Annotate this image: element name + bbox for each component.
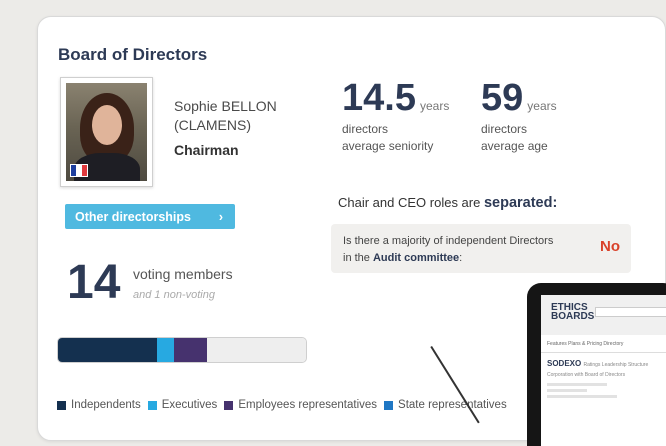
director-role: Chairman bbox=[174, 142, 239, 158]
ethics-boards-logo: ETHICS BOARDS bbox=[551, 302, 595, 322]
other-directorships-label: Other directorships bbox=[75, 209, 191, 224]
composition-segment-employees-representatives bbox=[174, 338, 207, 362]
composition-legend: Independents Executives Employees repres… bbox=[57, 399, 507, 411]
seniority-stat: 14.5 years directors average seniority bbox=[342, 77, 449, 154]
section-title: Board of Directors bbox=[58, 45, 208, 64]
age-stat: 59 years directors average age bbox=[481, 77, 557, 154]
chair-ceo-statement: Chair and CEO roles are separated: bbox=[338, 195, 558, 211]
director-photo bbox=[60, 77, 153, 187]
composition-segment-executives bbox=[157, 338, 174, 362]
director-name: Sophie BELLON (CLAMENS) bbox=[174, 98, 277, 133]
non-voting-label: and 1 non-voting bbox=[133, 289, 215, 301]
age-label-2: average age bbox=[481, 139, 548, 153]
voting-count: 14 bbox=[67, 256, 121, 309]
age-unit: years bbox=[527, 99, 557, 113]
tablet-nav: Features Plans & Pricing Directory bbox=[541, 335, 666, 353]
age-value: 59 bbox=[481, 77, 524, 119]
chevron-right-icon: › bbox=[218, 209, 223, 224]
other-directorships-button[interactable]: Other directorships › bbox=[65, 204, 235, 229]
seniority-label-2: average seniority bbox=[342, 139, 434, 153]
composition-bar bbox=[57, 337, 307, 363]
seniority-unit: years bbox=[419, 99, 450, 113]
chair-ceo-emphasis: separated: bbox=[483, 195, 558, 211]
audit-question: Is there a majority of independent Direc… bbox=[343, 235, 554, 264]
legend-item-independents: Independents bbox=[57, 399, 141, 411]
tablet-company: SODEXO bbox=[547, 359, 582, 368]
legend-item-executives: Executives bbox=[147, 399, 217, 411]
legend-item-state: State representatives bbox=[384, 399, 507, 411]
voting-label: voting members bbox=[133, 266, 233, 282]
tablet-preview: ETHICS BOARDS Features Plans & Pricing Di… bbox=[527, 283, 666, 446]
composition-segment-independents bbox=[58, 338, 157, 362]
seniority-value: 14.5 bbox=[342, 77, 416, 119]
audit-answer: No bbox=[600, 238, 620, 255]
legend-item-employees: Employees representatives bbox=[224, 399, 377, 411]
tablet-section: Corporation with Board of Directors bbox=[547, 372, 626, 378]
seniority-label-1: directors bbox=[342, 122, 389, 136]
audit-committee-box: Is there a majority of independent Direc… bbox=[331, 224, 631, 273]
tablet-search-input bbox=[595, 307, 666, 317]
composition-segment-empty bbox=[207, 338, 306, 362]
age-label-1: directors bbox=[481, 122, 528, 136]
france-flag-icon bbox=[70, 164, 88, 177]
